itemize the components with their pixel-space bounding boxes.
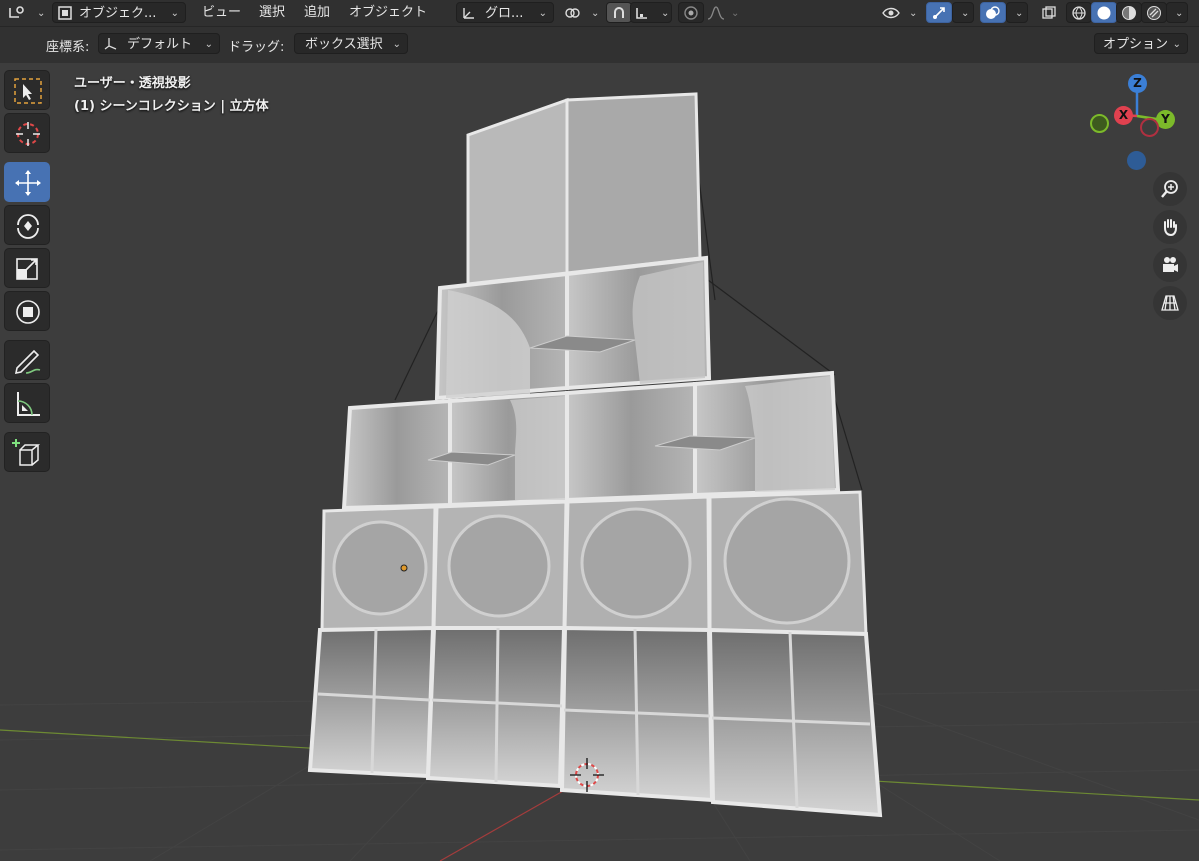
overlay-icon [986, 6, 1000, 19]
menu-object[interactable]: オブジェクト [345, 3, 431, 23]
drag-dropdown[interactable]: ボックス選択 ⌄ [294, 33, 408, 54]
tool-scale[interactable] [4, 248, 50, 288]
zoom-icon [1161, 180, 1178, 198]
falloff-curve-icon [707, 6, 725, 20]
gizmo-toggle[interactable] [926, 2, 952, 23]
move-tool-icon [15, 170, 41, 196]
overlay-toggle[interactable] [980, 2, 1006, 23]
gizmo-neg-z-axis[interactable] [1127, 151, 1146, 170]
measure-tool-icon [17, 392, 40, 416]
gizmo-z-label: Z [1133, 76, 1142, 90]
proportional-edit-icon [684, 6, 698, 20]
falloff-dropdown[interactable]: ⌄ [704, 2, 740, 23]
tool-transform[interactable] [4, 291, 50, 331]
top-cabinet [466, 92, 702, 286]
gizmo-y-label: Y [1161, 112, 1170, 126]
tool-move[interactable] [4, 162, 50, 202]
mode-label: オブジェク... [79, 6, 157, 21]
hand-icon [1164, 219, 1177, 237]
shading-solid-button[interactable] [1091, 2, 1117, 23]
orientation-icon [463, 8, 474, 19]
pivot-point-button[interactable]: ⌄ [560, 2, 600, 23]
scale-tool-icon [16, 258, 38, 280]
tool-annotate[interactable] [4, 340, 50, 380]
wireframe-shading-icon [1072, 6, 1086, 20]
transform-orientation-dropdown[interactable]: グロ... ⌄ [456, 2, 554, 23]
tool-rotate[interactable] [4, 205, 50, 245]
collection-info: (1) シーンコレクション | 立方体 [74, 99, 269, 114]
options-dropdown[interactable]: オプション ⌄ [1094, 33, 1188, 54]
gizmo-dropdown[interactable]: ⌄ [952, 2, 974, 23]
viewport-header: ⌄ オブジェク... ⌄ ビュー 選択 追加 オブジェクト グロ... ⌄ ⌄ [0, 0, 1199, 27]
proportional-edit-toggle[interactable] [678, 2, 704, 23]
add-cube-tool-icon [12, 439, 41, 466]
snap-target-icon [636, 8, 647, 19]
gizmo-toggle-icon [933, 7, 945, 19]
menu-add[interactable]: 追加 [300, 3, 334, 23]
rotate-tool-icon [17, 214, 39, 239]
editor-type-button[interactable]: ⌄ [4, 2, 46, 23]
coordinate-system-dropdown[interactable]: デフォルト ⌄ [98, 33, 220, 54]
shading-material-button[interactable] [1116, 2, 1142, 23]
annotate-tool-icon [14, 349, 41, 375]
gizmo-z-axis[interactable]: Z [1128, 74, 1147, 93]
grid-perspective-icon [1161, 295, 1179, 311]
overlay-dropdown[interactable]: ⌄ [1006, 2, 1028, 23]
drag-value: ボックス選択 [305, 37, 383, 52]
pivot-icon [565, 8, 580, 18]
magnet-icon [614, 7, 624, 18]
axes-icon [104, 38, 117, 50]
cursor-tool-icon [16, 122, 40, 146]
gizmo-neg-y-axis[interactable] [1090, 114, 1109, 133]
camera-view-button[interactable] [1153, 248, 1187, 282]
tool-select-box[interactable] [4, 70, 50, 110]
3d-viewport[interactable]: ユーザー・透視投影 (1) シーンコレクション | 立方体 [0, 63, 1199, 861]
rendered-shading-icon [1147, 6, 1161, 20]
snap-toggle[interactable] [606, 2, 632, 23]
tool-measure[interactable] [4, 383, 50, 423]
snap-target-dropdown[interactable]: ⌄ [630, 2, 672, 23]
orientation-label: グロ... [485, 6, 524, 21]
visibility-dropdown[interactable]: ⌄ [878, 2, 920, 23]
menu-select[interactable]: 選択 [255, 3, 289, 23]
gizmo-x-label: X [1118, 108, 1129, 122]
mode-dropdown[interactable]: オブジェク... ⌄ [52, 2, 186, 23]
material-shading-icon [1122, 6, 1136, 20]
gizmo-x-axis[interactable]: X [1114, 106, 1133, 125]
editor-type-icon [9, 6, 24, 18]
tool-settings-bar: 座標系: デフォルト ⌄ ドラッグ: ボックス選択 ⌄ オプション ⌄ [0, 27, 1199, 63]
drag-label: ドラッグ: [228, 40, 285, 55]
viewport-scene [0, 92, 1199, 861]
shading-wireframe-button[interactable] [1066, 2, 1092, 23]
coordinate-system-value: デフォルト [127, 37, 193, 52]
transform-tool-icon [16, 300, 40, 324]
zoom-button[interactable] [1153, 172, 1187, 206]
tool-add-cube[interactable] [4, 432, 50, 472]
navigation-gizmo[interactable]: Z X Y [1085, 70, 1195, 180]
view-name: ユーザー・透視投影 [74, 76, 191, 91]
solid-shading-icon [1097, 6, 1111, 20]
shading-rendered-button[interactable] [1141, 2, 1167, 23]
eye-icon [882, 7, 900, 19]
xray-toggle[interactable] [1036, 2, 1062, 23]
pan-button[interactable] [1153, 210, 1187, 244]
horn-row-3 [341, 370, 841, 511]
shading-dropdown[interactable]: ⌄ [1166, 2, 1188, 23]
coordinate-system-label: 座標系: [46, 40, 90, 55]
object-origin [400, 564, 408, 572]
object-mode-icon [58, 6, 72, 20]
menu-view[interactable]: ビュー [198, 3, 245, 23]
camera-icon [1163, 257, 1178, 272]
xray-icon [1042, 6, 1056, 19]
perspective-toggle-button[interactable] [1153, 286, 1187, 320]
options-label: オプション [1103, 37, 1169, 52]
select-box-tool-icon [14, 78, 42, 104]
gizmo-neg-x-axis[interactable] [1140, 118, 1159, 137]
tool-cursor[interactable] [4, 113, 50, 153]
